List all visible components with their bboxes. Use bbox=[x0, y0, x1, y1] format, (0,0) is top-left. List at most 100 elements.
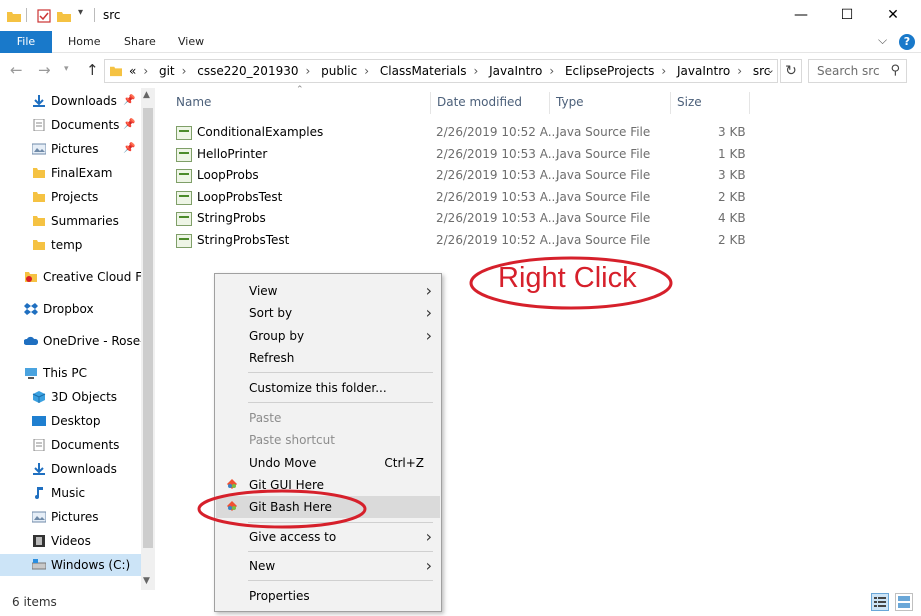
download-arrow-icon bbox=[33, 95, 45, 107]
large-icons-view-button[interactable] bbox=[895, 593, 913, 611]
file-type: Java Source File bbox=[556, 233, 651, 247]
file-date: 2/26/2019 10:53 A... bbox=[436, 211, 560, 225]
breadcrumb-item[interactable]: git bbox=[159, 64, 175, 78]
nav-item-documents-quick[interactable]: Documents 📌 bbox=[0, 114, 142, 136]
address-bar[interactable]: «› git › csse220_201930 › public › ClassMat… bbox=[104, 59, 778, 83]
tab-file[interactable]: File bbox=[0, 31, 52, 53]
menu-item-group-by[interactable]: Group by › bbox=[216, 325, 440, 347]
breadcrumb-overflow[interactable]: « bbox=[129, 64, 136, 78]
menu-item-undo-move[interactable]: Undo Move Ctrl+Z bbox=[216, 452, 440, 474]
menu-item-refresh[interactable]: Refresh bbox=[216, 347, 440, 369]
menu-item-give-access[interactable]: Give access to › bbox=[216, 526, 440, 548]
details-view-button[interactable] bbox=[871, 593, 889, 611]
java-file-icon bbox=[176, 126, 192, 140]
nav-item-projects[interactable]: Projects bbox=[0, 186, 142, 208]
breadcrumb-item[interactable]: public bbox=[321, 64, 357, 78]
tab-share[interactable]: Share bbox=[124, 31, 156, 53]
nav-item-pictures[interactable]: Pictures bbox=[0, 506, 142, 528]
forward-arrow-icon[interactable]: → bbox=[38, 61, 51, 79]
up-arrow-icon[interactable]: ↑ bbox=[86, 61, 99, 79]
nav-item-dropbox[interactable]: Dropbox bbox=[0, 298, 142, 320]
breadcrumb-item[interactable]: JavaIntro bbox=[677, 64, 730, 78]
table-row[interactable]: StringProbsTest 2/26/2019 10:52 A... Jav… bbox=[170, 230, 750, 251]
nav-item-desktop[interactable]: Desktop bbox=[0, 410, 142, 432]
table-row[interactable]: ConditionalExamples 2/26/2019 10:52 A...… bbox=[170, 122, 750, 143]
minimize-button[interactable]: — bbox=[778, 0, 824, 31]
breadcrumb-item[interactable]: ClassMaterials bbox=[380, 64, 467, 78]
nav-item-pictures-quick[interactable]: Pictures 📌 bbox=[0, 138, 142, 160]
tab-view[interactable]: View bbox=[178, 31, 204, 53]
column-header-type[interactable]: Type bbox=[556, 95, 584, 109]
menu-item-customize[interactable]: Customize this folder... bbox=[216, 377, 440, 399]
refresh-icon: ↻ bbox=[785, 63, 797, 79]
nav-item-this-pc[interactable]: This PC bbox=[0, 362, 142, 384]
tab-home[interactable]: Home bbox=[68, 31, 100, 53]
nav-item-label: Windows (C:) bbox=[51, 558, 131, 572]
breadcrumb-item[interactable]: csse220_201930 bbox=[197, 64, 298, 78]
navigation-bar: ← → ▾ ↑ «› git › csse220_201930 › public › … bbox=[0, 57, 921, 85]
nav-item-3d-objects[interactable]: 3D Objects bbox=[0, 386, 142, 408]
breadcrumb-item[interactable]: JavaIntro bbox=[489, 64, 542, 78]
column-divider[interactable] bbox=[670, 92, 671, 114]
file-size: 1 KB bbox=[718, 147, 746, 161]
menu-item-new[interactable]: New › bbox=[216, 555, 440, 577]
refresh-button[interactable]: ↻ bbox=[780, 59, 802, 83]
column-header-size[interactable]: Size bbox=[677, 95, 702, 109]
menu-item-sort-by[interactable]: Sort by › bbox=[216, 302, 440, 324]
nav-item-label: Documents bbox=[51, 118, 120, 132]
menu-item-git-gui[interactable]: Git GUI Here bbox=[216, 474, 440, 496]
chevron-down-icon[interactable]: ⌄ bbox=[766, 63, 775, 76]
menu-item-label: Refresh bbox=[249, 351, 295, 365]
file-type: Java Source File bbox=[556, 211, 651, 225]
menu-item-paste-shortcut[interactable]: Paste shortcut bbox=[216, 429, 440, 451]
menu-item-paste[interactable]: Paste bbox=[216, 407, 440, 429]
scrollbar-thumb[interactable] bbox=[143, 108, 153, 548]
column-divider[interactable] bbox=[549, 92, 550, 114]
search-input[interactable]: Search src ⚲ bbox=[808, 59, 907, 83]
breadcrumb-item[interactable]: EclipseProjects bbox=[565, 64, 654, 78]
nav-item-music[interactable]: Music bbox=[0, 482, 142, 504]
scroll-down-icon[interactable]: ▼ bbox=[143, 576, 150, 586]
nav-item-windows-c[interactable]: Windows (C:) bbox=[0, 554, 142, 576]
scroll-up-icon[interactable]: ▲ bbox=[143, 90, 150, 100]
menu-item-label: View bbox=[249, 284, 278, 298]
navigation-scrollbar[interactable]: ▲ ▼ bbox=[141, 88, 155, 590]
nav-item-temp[interactable]: temp bbox=[0, 234, 142, 256]
column-header-name[interactable]: Name bbox=[176, 95, 211, 109]
properties-check-icon[interactable] bbox=[36, 8, 52, 24]
nav-item-finalexam[interactable]: FinalExam bbox=[0, 162, 142, 184]
computer-icon bbox=[25, 368, 37, 379]
column-divider[interactable] bbox=[430, 92, 431, 114]
git-bash-icon bbox=[227, 501, 237, 511]
back-arrow-icon[interactable]: ← bbox=[10, 61, 23, 79]
table-row[interactable]: LoopProbsTest 2/26/2019 10:53 A... Java … bbox=[170, 187, 750, 208]
document-icon bbox=[33, 119, 45, 131]
new-folder-icon[interactable] bbox=[56, 8, 72, 24]
maximize-button[interactable]: ☐ bbox=[824, 0, 870, 31]
nav-item-onedrive[interactable]: OneDrive - Rose-Hulman bbox=[0, 330, 142, 352]
customize-qa-icon[interactable]: ▾ bbox=[78, 7, 83, 18]
column-divider[interactable] bbox=[749, 92, 750, 114]
table-row[interactable]: HelloPrinter 2/26/2019 10:53 A... Java S… bbox=[170, 144, 750, 165]
nav-item-downloads[interactable]: Downloads bbox=[0, 458, 142, 480]
nav-item-documents[interactable]: Documents bbox=[0, 434, 142, 456]
menu-item-git-bash[interactable]: Git Bash Here bbox=[216, 496, 440, 518]
chevron-down-icon[interactable]: ⌵ bbox=[878, 33, 887, 48]
menu-item-properties[interactable]: Properties bbox=[216, 585, 440, 607]
nav-item-label: FinalExam bbox=[51, 166, 113, 180]
column-header-date[interactable]: Date modified bbox=[437, 95, 522, 109]
menu-item-label: Customize this folder... bbox=[249, 381, 387, 395]
help-icon[interactable]: ? bbox=[899, 34, 915, 50]
nav-item-videos[interactable]: Videos bbox=[0, 530, 142, 552]
menu-item-view[interactable]: View › bbox=[216, 280, 440, 302]
cube-icon bbox=[32, 391, 46, 403]
nav-item-downloads-quick[interactable]: Downloads 📌 bbox=[0, 90, 142, 112]
table-row[interactable]: StringProbs 2/26/2019 10:53 A... Java So… bbox=[170, 208, 750, 229]
nav-item-summaries[interactable]: Summaries bbox=[0, 210, 142, 232]
table-row[interactable]: LoopProbs 2/26/2019 10:53 A... Java Sour… bbox=[170, 165, 750, 186]
menu-item-label: Git GUI Here bbox=[249, 478, 325, 492]
recent-locations-icon[interactable]: ▾ bbox=[64, 64, 69, 74]
nav-item-creative-cloud[interactable]: Creative Cloud Files bbox=[0, 266, 142, 288]
close-button[interactable]: ✕ bbox=[870, 0, 916, 31]
search-icon: ⚲ bbox=[890, 63, 900, 78]
